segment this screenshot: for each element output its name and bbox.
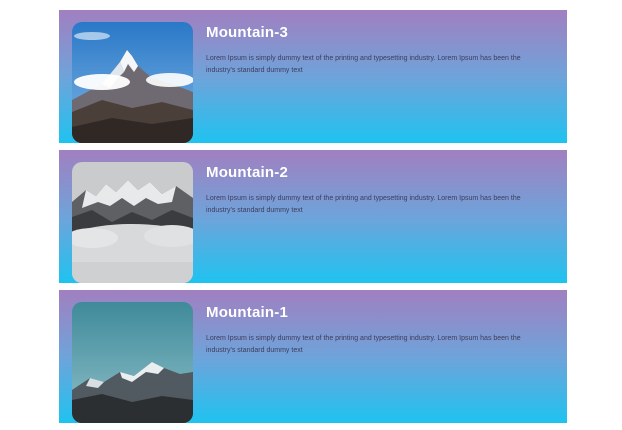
mountain-card[interactable]: Mountain-2 Lorem Ipsum is simply dummy t…: [59, 150, 567, 283]
mountain-card-image: [72, 162, 193, 283]
snowy-peak-image: [72, 22, 193, 143]
misty-mountain-image: [72, 162, 193, 283]
mountain-card-description: Lorem Ipsum is simply dummy text of the …: [206, 55, 521, 74]
mountain-card-list: Mountain-3 Lorem Ipsum is simply dummy t…: [59, 10, 567, 430]
mountain-card-title: Mountain-1: [206, 304, 288, 321]
mountain-card[interactable]: Mountain-1 Lorem Ipsum is simply dummy t…: [59, 290, 567, 423]
mountain-card-image: [72, 22, 193, 143]
mountain-dusk-image: [72, 302, 193, 423]
mountain-card-title: Mountain-2: [206, 164, 288, 181]
mountain-card-description: Lorem Ipsum is simply dummy text of the …: [206, 195, 521, 214]
mountain-card-title: Mountain-3: [206, 24, 288, 41]
mountain-card-image: [72, 302, 193, 423]
mountain-card[interactable]: Mountain-3 Lorem Ipsum is simply dummy t…: [59, 10, 567, 143]
mountain-card-description: Lorem Ipsum is simply dummy text of the …: [206, 335, 521, 354]
